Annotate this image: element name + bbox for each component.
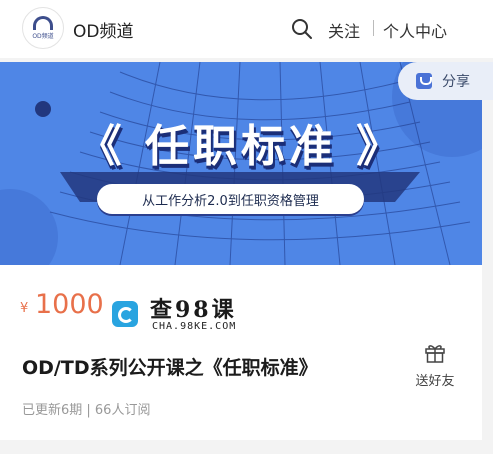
course-title[interactable]: OD/TD系列公开课之《任职标准》 bbox=[22, 353, 318, 380]
follow-button[interactable]: 关注 bbox=[328, 18, 360, 42]
profile-link[interactable]: 个人中心 bbox=[383, 18, 447, 42]
share-icon bbox=[416, 73, 432, 89]
header-divider bbox=[373, 20, 374, 36]
gift-icon bbox=[425, 345, 445, 363]
watermark-url: CHA.98KE.COM bbox=[152, 321, 237, 332]
logo-mark-icon bbox=[33, 16, 53, 30]
banner-title: 《 任职标准 》 bbox=[77, 121, 405, 172]
gift-label: 送好友 bbox=[415, 374, 455, 389]
channel-logo[interactable]: OD频道 bbox=[22, 7, 64, 49]
banner-subtitle: 从工作分析2.0到任职资格管理 bbox=[97, 184, 364, 214]
search-icon[interactable] bbox=[291, 18, 313, 40]
watermark-name: 查98课 bbox=[150, 297, 237, 323]
channel-name[interactable]: OD频道 bbox=[73, 17, 133, 42]
course-price: 1000 bbox=[35, 289, 104, 320]
watermark-logo-icon bbox=[112, 301, 138, 327]
header-bar: OD频道 OD频道 关注 个人中心 bbox=[0, 0, 493, 58]
share-button[interactable]: 分享 bbox=[398, 62, 493, 100]
gift-to-friend-button[interactable]: 送好友 bbox=[410, 343, 460, 389]
course-meta: 已更新6期 | 66人订阅 bbox=[22, 403, 151, 418]
bottom-spacer bbox=[0, 440, 493, 454]
currency-symbol: ¥ bbox=[20, 301, 29, 316]
course-card: ¥ 1000 查98课 CHA.98KE.COM OD/TD系列公开课之《任职标… bbox=[0, 265, 482, 440]
share-label: 分享 bbox=[442, 74, 470, 90]
logo-text: OD频道 bbox=[32, 33, 54, 40]
